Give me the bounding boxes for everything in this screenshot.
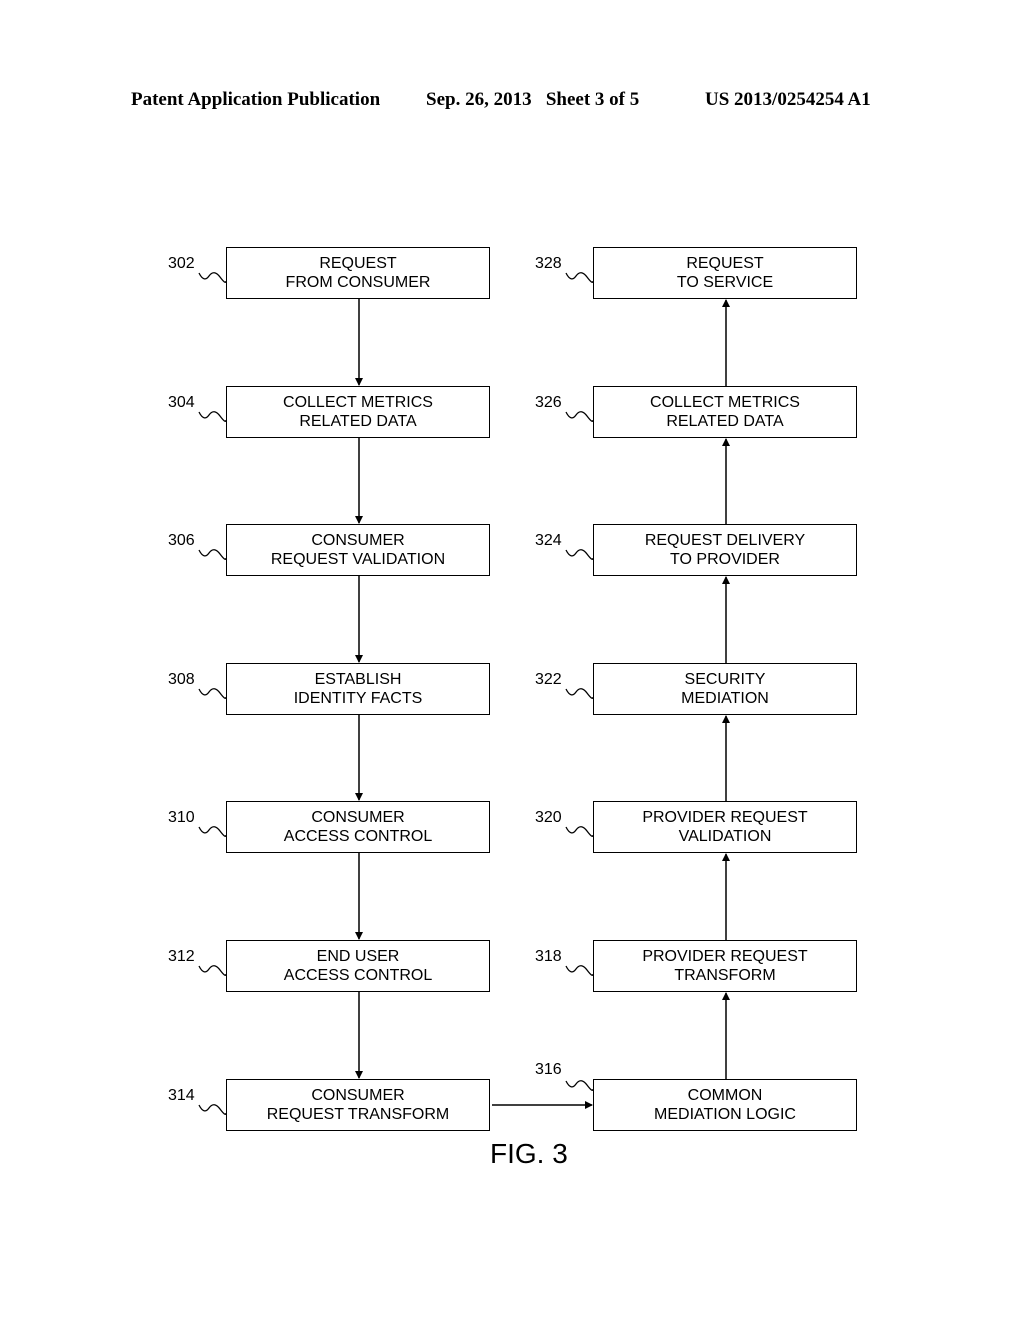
leader-line-icon (565, 549, 594, 560)
leader-line-icon (198, 272, 227, 283)
reference-numeral: 316 (535, 1061, 562, 1078)
step-text-line1: COLLECT METRICS (650, 394, 800, 411)
leader-line-icon (198, 826, 227, 837)
leader-line-icon (198, 411, 227, 422)
step-text-line1: SECURITY (684, 671, 766, 688)
right-step-320: PROVIDER REQUEST VALIDATION (593, 801, 857, 853)
step-text-line2: REQUEST TRANSFORM (266, 1106, 450, 1123)
reference-numeral: 304 (168, 394, 195, 411)
left-step-314: CONSUMER REQUEST TRANSFORM (226, 1079, 490, 1131)
reference-numeral: 308 (168, 671, 195, 688)
right-step-324: REQUEST DELIVERY TO PROVIDER (593, 524, 857, 576)
step-text-line1: CONSUMER (311, 809, 405, 826)
reference-numeral: 306 (168, 532, 195, 549)
step-text-line1: REQUEST DELIVERY (644, 532, 806, 549)
reference-numeral: 328 (535, 255, 562, 272)
right-step-318: PROVIDER REQUEST TRANSFORM (593, 940, 857, 992)
reference-numeral: 320 (535, 809, 562, 826)
step-text-line2: RELATED DATA (299, 413, 417, 430)
step-text-line2: VALIDATION (678, 828, 772, 845)
connectors (355, 299, 730, 1109)
leader-line-icon (198, 688, 227, 699)
left-step-308: ESTABLISH IDENTITY FACTS (226, 663, 490, 715)
step-text-line2: TO SERVICE (676, 274, 774, 291)
reference-numeral: 310 (168, 809, 195, 826)
leader-line-icon (198, 965, 227, 976)
step-text-line1: CONSUMER (311, 1087, 405, 1104)
left-step-304: COLLECT METRICS RELATED DATA (226, 386, 490, 438)
reference-numeral: 318 (535, 948, 562, 965)
reference-numeral: 324 (535, 532, 562, 549)
step-text-line2: RELATED DATA (666, 413, 784, 430)
left-step-312: END USER ACCESS CONTROL (226, 940, 490, 992)
step-text-line2: TRANSFORM (674, 967, 776, 984)
step-text-line1: COLLECT METRICS (283, 394, 433, 411)
left-step-310: CONSUMER ACCESS CONTROL (226, 801, 490, 853)
step-text-line2: MEDIATION (681, 690, 769, 707)
right-step-316: COMMON MEDIATION LOGIC (593, 1079, 857, 1131)
right-step-328: REQUEST TO SERVICE (593, 247, 857, 299)
step-text-line2: MEDIATION LOGIC (654, 1106, 796, 1123)
left-step-302: REQUEST FROM CONSUMER (226, 247, 490, 299)
leader-line-icon (565, 965, 594, 976)
reference-numeral: 314 (168, 1087, 195, 1104)
step-text-line1: CONSUMER (311, 532, 405, 549)
step-text-line2: TO PROVIDER (670, 551, 780, 568)
right-step-322: SECURITY MEDIATION (593, 663, 857, 715)
step-text-line2: ACCESS CONTROL (283, 828, 433, 845)
step-text-line2: REQUEST VALIDATION (270, 551, 446, 568)
leader-line-icon (565, 826, 594, 837)
reference-numeral: 326 (535, 394, 562, 411)
step-text-line1: END USER (316, 948, 400, 965)
step-text-line1: PROVIDER REQUEST (642, 948, 808, 965)
leader-line-icon (565, 688, 594, 699)
reference-numeral: 312 (168, 948, 195, 965)
leader-line-icon (565, 272, 594, 283)
step-text-line1: COMMON (687, 1087, 763, 1104)
leader-line-icon (198, 1104, 227, 1115)
leader-line-icon (198, 549, 227, 560)
leader-line-icon (565, 1080, 594, 1091)
figure-label: FIG. 3 (490, 1138, 568, 1169)
step-text-line1: REQUEST (319, 255, 397, 272)
step-text-line2: IDENTITY FACTS (293, 690, 423, 707)
reference-numeral: 302 (168, 255, 195, 272)
reference-numeral: 322 (535, 671, 562, 688)
step-text-line1: REQUEST (686, 255, 764, 272)
step-text-line1: ESTABLISH (314, 671, 402, 688)
step-text-line2: FROM CONSUMER (285, 274, 431, 291)
left-step-306: CONSUMER REQUEST VALIDATION (226, 524, 490, 576)
step-text-line1: PROVIDER REQUEST (642, 809, 808, 826)
right-step-326: COLLECT METRICS RELATED DATA (593, 386, 857, 438)
step-text-line2: ACCESS CONTROL (283, 967, 433, 984)
leader-line-icon (565, 411, 594, 422)
